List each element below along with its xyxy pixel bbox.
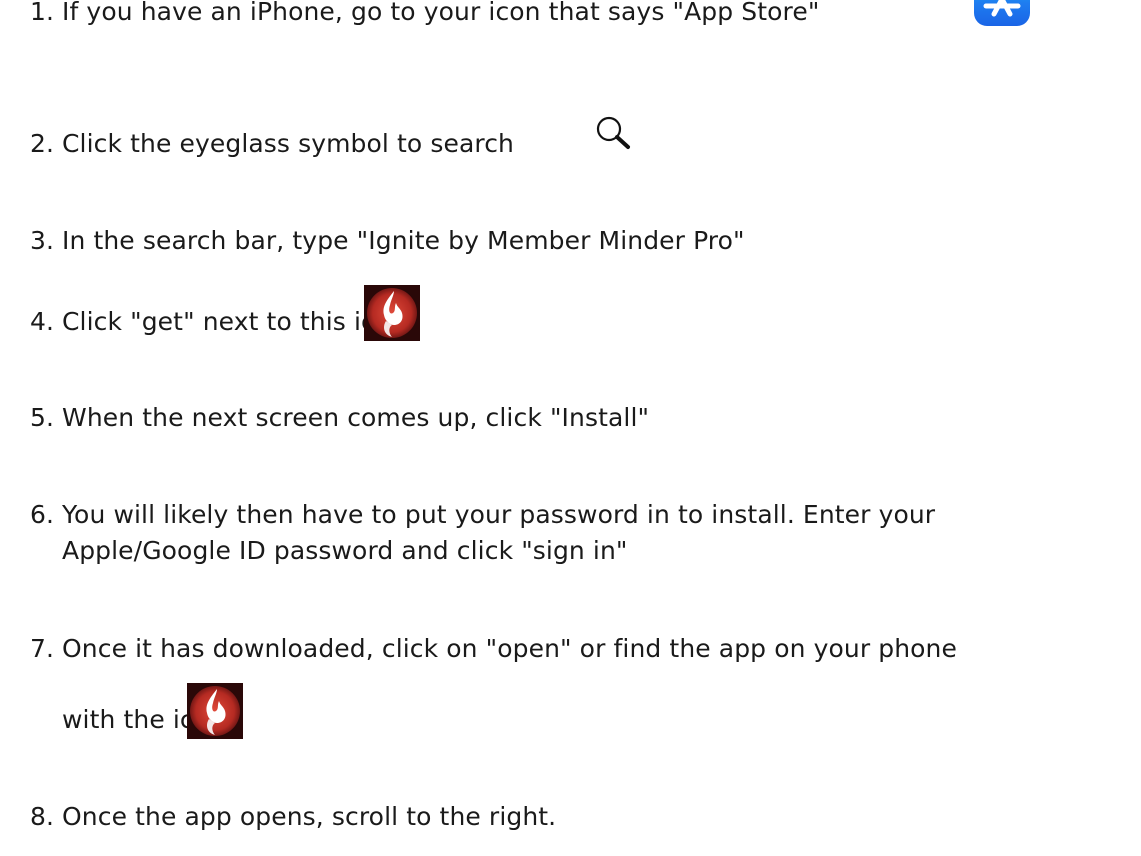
app-store-icon (974, 0, 1030, 26)
step-text-line-1: Once it has downloaded, click on "open" … (62, 634, 957, 663)
ignite-flame-icon (187, 683, 243, 739)
magnifier-icon (596, 116, 630, 149)
step-text: In the search bar, type "Ignite by Membe… (62, 226, 745, 255)
step-text: When the next screen comes up, click "In… (62, 403, 650, 432)
step-5: 5. When the next screen comes up, click "… (30, 400, 649, 436)
step-number: 7. (30, 634, 55, 663)
step-number: 2. (30, 129, 55, 158)
step-4: 4. Click "get" next to this icon (30, 304, 406, 340)
step-text-line-1: You will likely then have to put your pa… (62, 500, 936, 529)
step-number: 5. (30, 403, 55, 432)
step-number: 8. (30, 802, 55, 831)
step-8: 8. Once the app opens, scroll to the righ… (30, 799, 556, 835)
step-text-line-2: Apple/Google ID password and click "sign… (62, 536, 628, 565)
step-text: Once the app opens, scroll to the right. (62, 802, 557, 831)
step-7: 7. Once it has downloaded, click on "open… (30, 631, 957, 667)
step-1: 1. If you have an iPhone, go to your icon… (30, 0, 819, 30)
step-2: 2. Click the eyeglass symbol to search (30, 126, 514, 162)
instruction-document: 1. If you have an iPhone, go to your icon… (0, 0, 1141, 856)
step-number: 3. (30, 226, 55, 255)
step-text: Click the eyeglass symbol to search (62, 129, 514, 158)
step-6: 6. You will likely then have to put your … (30, 497, 935, 569)
step-number: 1. (30, 0, 55, 26)
step-text: Click "get" next to this icon (62, 307, 407, 336)
step-number: 4. (30, 307, 55, 336)
step-3: 3. In the search bar, type "Ignite by Mem… (30, 223, 745, 259)
step-number: 6. (30, 500, 55, 529)
ignite-flame-icon (364, 285, 420, 341)
step-text: If you have an iPhone, go to your icon t… (62, 0, 820, 26)
